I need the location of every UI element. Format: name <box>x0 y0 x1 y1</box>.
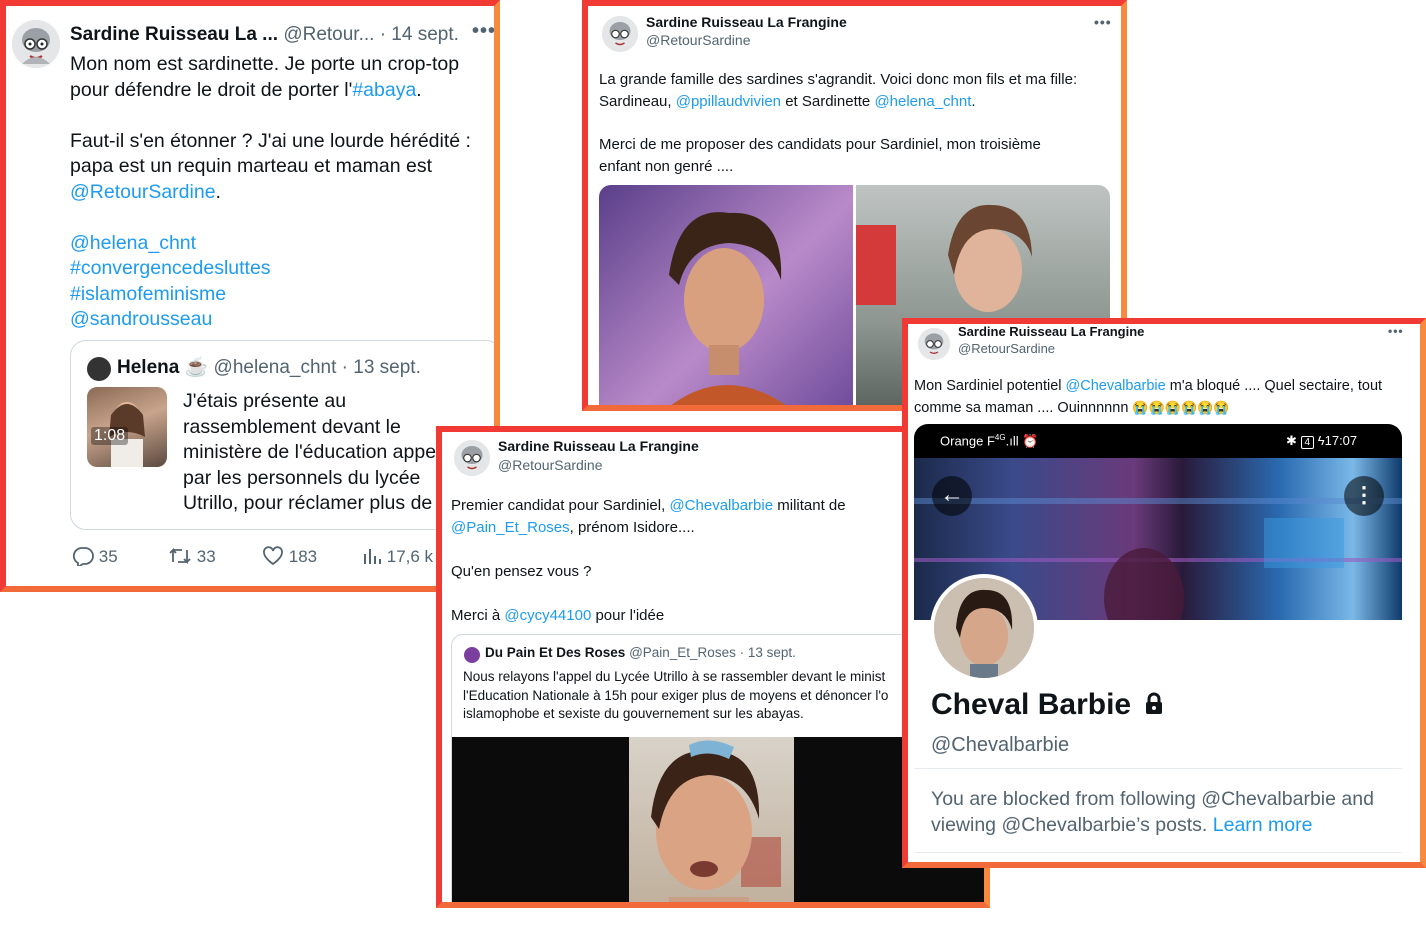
author-handle[interactable]: @RetourSardine <box>498 457 603 473</box>
mention-link[interactable]: @ppillaudvivien <box>676 93 781 110</box>
author-handle[interactable]: @Retour... <box>283 24 374 45</box>
tweet-text: Mon nom est sardinette. Je porte un crop… <box>70 52 490 333</box>
author-avatar[interactable] <box>454 440 490 476</box>
quote-video-thumbnail[interactable]: 1:08 <box>87 387 167 467</box>
retweet-button[interactable]: 33 <box>168 546 216 567</box>
alarm-icon: ⏰ <box>1022 433 1039 449</box>
quote-handle: @Pain_Et_Roses · 13 sept. <box>629 645 796 660</box>
divider <box>914 768 1402 769</box>
lock-icon <box>1146 692 1163 714</box>
tweet-line: papa est un requin marteau et maman est <box>70 155 433 177</box>
profile-handle: @Chevalbarbie <box>931 734 1070 756</box>
profile-name: Cheval Barbie <box>931 688 1132 721</box>
tweet-card-4: Sardine Ruisseau La Frangine @RetourSard… <box>902 318 1426 868</box>
phone-screenshot: Orange F4G.ıll ⏰ ✱ 4 ϟ17:07 ← ⋮ Cheval B… <box>914 424 1402 862</box>
reply-button[interactable]: 35 <box>72 546 118 569</box>
view-count: 17,6 k <box>386 547 434 566</box>
arrow-left-icon: ← <box>940 481 964 508</box>
tweet-text: Premier candidat pour Sardiniel, @Cheval… <box>451 497 846 624</box>
quote-avatar <box>464 647 480 663</box>
battery-icon: 4 <box>1300 436 1315 449</box>
analytics-icon <box>364 549 381 564</box>
author-handle[interactable]: @RetourSardine <box>958 341 1055 356</box>
more-vertical-icon: ⋮ <box>1353 482 1375 507</box>
video-duration: 1:08 <box>91 427 129 445</box>
network-type: 4G <box>994 433 1006 442</box>
charging-icon: ϟ <box>1317 433 1325 448</box>
carrier-name: Orange F <box>940 433 995 449</box>
blocked-notice: You are blocked from following @Chevalba… <box>931 788 1374 836</box>
heart-icon <box>263 546 283 566</box>
author-avatar[interactable] <box>918 328 950 360</box>
mention-link[interactable]: @Chevalbarbie <box>1066 378 1166 394</box>
crying-emoji-icons: 😭😭😭😭😭😭 <box>1132 400 1230 415</box>
quote-author-name: Du Pain Et Des Roses <box>485 645 626 660</box>
author-avatar[interactable] <box>12 20 60 68</box>
more-options-icon[interactable]: ••• <box>1388 324 1404 338</box>
hashtag-link[interactable]: #abaya <box>352 79 416 101</box>
tweet-line: Faut-il s'en étonner ? J'ai une lourde h… <box>70 129 471 152</box>
quote-author-name: Helena <box>117 357 180 378</box>
tweet-text: Mon Sardiniel potentiel @Chevalbarbie m'… <box>914 378 1383 416</box>
back-button[interactable]: ← <box>932 476 972 516</box>
tweet-text: La grande famille des sardines s'agrandi… <box>599 71 1078 175</box>
profile-avatar[interactable] <box>930 574 1038 682</box>
reply-icon <box>72 547 94 569</box>
signal-icon: .ıll <box>1005 433 1019 449</box>
author-name[interactable]: Sardine Ruisseau La Frangine <box>958 324 1144 339</box>
like-button[interactable]: 183 <box>262 546 317 567</box>
more-options-icon[interactable]: ••• <box>472 20 494 43</box>
hashtag-link[interactable]: #islamofeminisme <box>70 282 490 308</box>
quote-avatar <box>87 357 111 381</box>
mention-link[interactable]: @Chevalbarbie <box>669 497 773 514</box>
bluetooth-icon: ✱ <box>1286 433 1297 448</box>
status-bar: Orange F4G.ıll ⏰ ✱ 4 ϟ17:07 <box>914 424 1402 458</box>
mention-link[interactable]: @cycy44100 <box>504 607 591 624</box>
tweet-line: @RetourSardine. <box>70 180 221 203</box>
learn-more-link[interactable]: Learn more <box>1213 814 1313 836</box>
quote-handle: @helena_chnt · 13 sept. <box>213 357 421 378</box>
mention-link[interactable]: @sandrousseau <box>70 307 490 333</box>
quote-text: Nous relayons l'appel du Lycée Utrillo à… <box>463 669 889 721</box>
tweet-card-1: Sardine Ruisseau La ... @Retour... · 14 … <box>0 0 500 592</box>
views-button[interactable]: 17,6 k <box>362 546 433 567</box>
author-name[interactable]: Sardine Ruisseau La ... <box>70 24 278 45</box>
reply-count: 35 <box>98 547 118 566</box>
mention-link[interactable]: @helena_chnt <box>70 231 490 257</box>
tweet-line: Mon nom est sardinette. Je porte un crop… <box>70 53 460 75</box>
action-bar: 35 33 183 17,6 k <box>70 546 490 576</box>
tweet-line: pour défendre le droit de porter l'#abay… <box>70 78 422 101</box>
author-name[interactable]: Sardine Ruisseau La Frangine <box>498 438 699 454</box>
mention-link[interactable]: @helena_chnt <box>874 93 971 110</box>
divider <box>914 852 1402 853</box>
hashtag-link[interactable]: #convergencedesluttes <box>70 256 490 282</box>
mention-link[interactable]: @Pain_Et_Roses <box>451 519 570 536</box>
author-name[interactable]: Sardine Ruisseau La Frangine <box>646 14 847 30</box>
more-options-icon[interactable]: ••• <box>1094 14 1112 30</box>
mention-link[interactable]: @RetourSardine <box>70 181 216 203</box>
tweet-media-left[interactable] <box>599 185 853 405</box>
quote-text: J'étais présente au rassemblement devant… <box>183 390 437 514</box>
retweet-count: 33 <box>196 547 216 566</box>
overflow-menu-button[interactable]: ⋮ <box>1344 476 1384 516</box>
retweet-icon <box>169 547 191 565</box>
coffee-icon: ☕ <box>184 357 209 378</box>
clock-time: 17:07 <box>1324 433 1358 448</box>
author-handle[interactable]: @RetourSardine <box>646 32 751 48</box>
author-avatar[interactable] <box>602 16 638 52</box>
like-count: 183 <box>288 547 318 566</box>
tweet-date[interactable]: · 14 sept. <box>380 24 459 45</box>
